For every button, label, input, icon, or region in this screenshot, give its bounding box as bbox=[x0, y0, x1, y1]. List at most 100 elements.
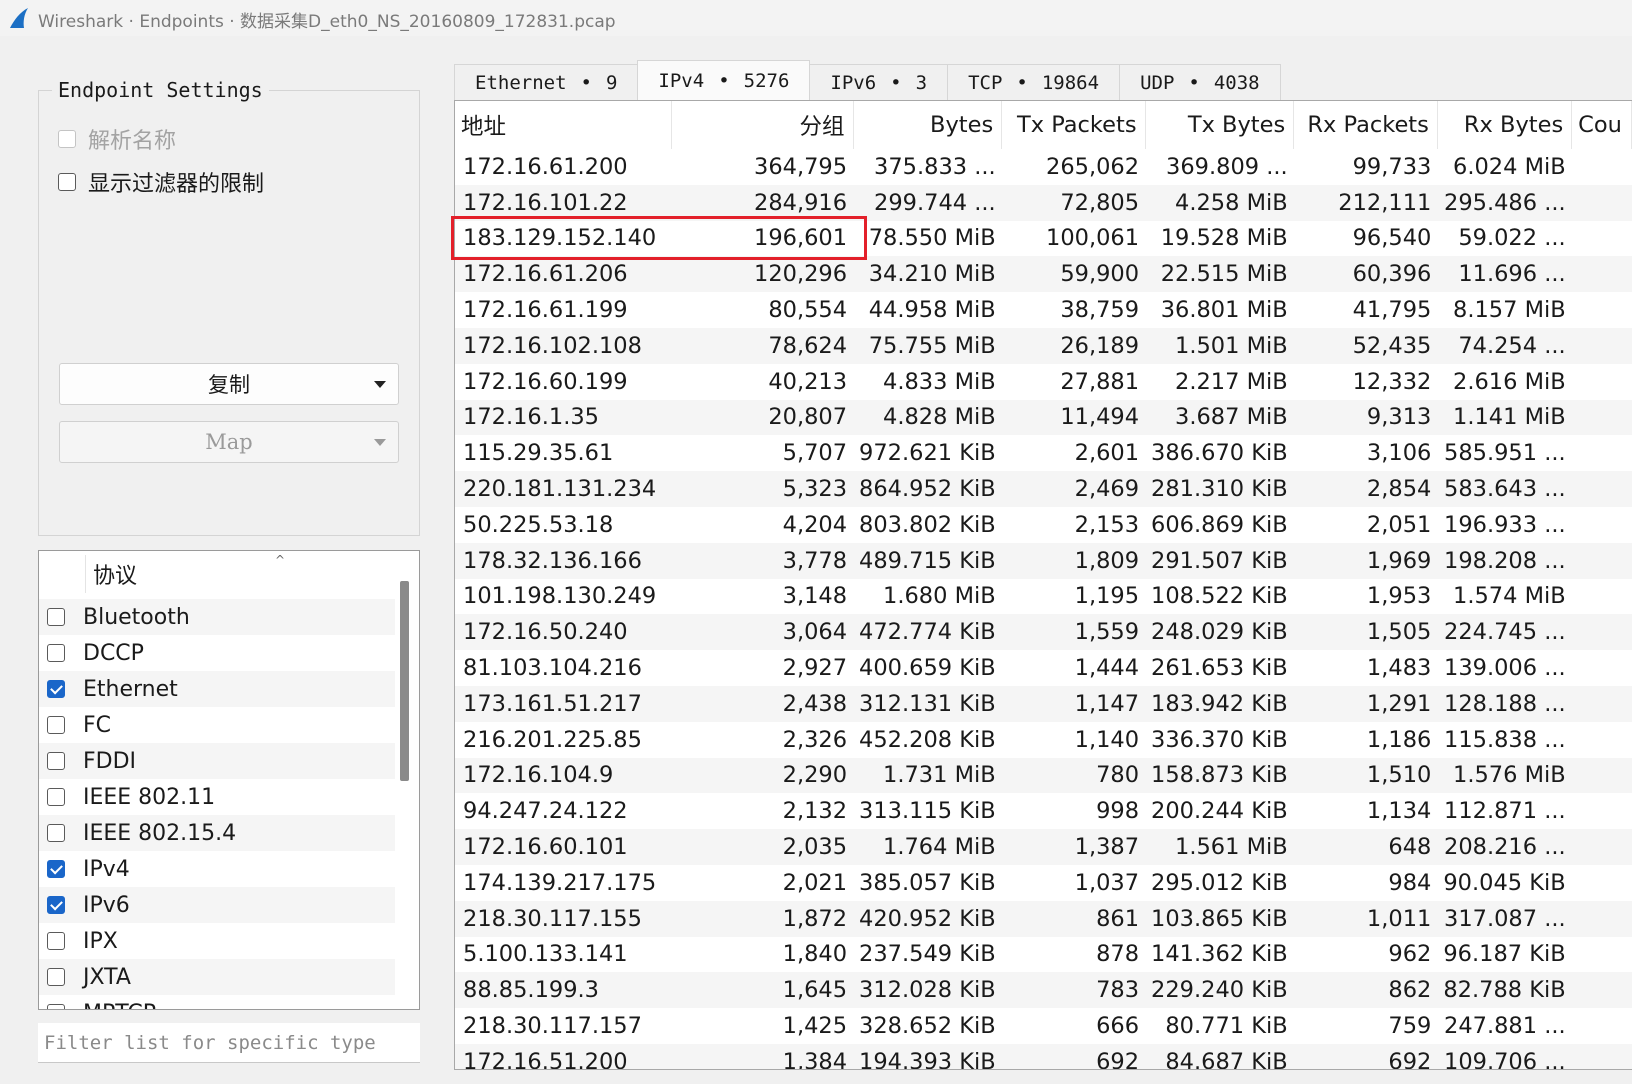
protocol-item[interactable]: IPv6 bbox=[39, 887, 395, 923]
protocol-item[interactable]: IPv4 bbox=[39, 851, 395, 887]
checkbox-box[interactable] bbox=[47, 680, 65, 698]
column-header[interactable]: 分组 bbox=[671, 101, 854, 149]
protocol-header-label: 协议 bbox=[93, 564, 138, 589]
table-row[interactable]: 178.32.136.166 3,778 489.715 KiB 1,809 291.5… bbox=[455, 542, 1632, 579]
column-header[interactable]: Rx Packets bbox=[1293, 101, 1438, 149]
protocol-item[interactable]: MPTCP bbox=[39, 995, 395, 1009]
table-row[interactable]: 172.16.60.101 2,035 1.764 MiB 1,387 1.561 Mi… bbox=[455, 829, 1632, 865]
table-row[interactable]: 172.16.1.35 20,807 4.828 MiB 11,494 3.687 Mi… bbox=[455, 399, 1632, 436]
table-cell: 336.370 KiB bbox=[1151, 726, 1288, 753]
checkbox-box[interactable] bbox=[47, 752, 65, 770]
table-cell: 312.131 KiB bbox=[859, 690, 996, 717]
checkbox-box[interactable] bbox=[47, 1004, 65, 1009]
tab-ipv6[interactable]: IPv6 • 3 bbox=[809, 64, 949, 100]
tab-udp[interactable]: UDP • 4038 bbox=[1119, 64, 1281, 100]
protocol-item[interactable]: Bluetooth bbox=[39, 599, 395, 635]
tab-tcp[interactable]: TCP • 19864 bbox=[947, 64, 1121, 100]
table-row[interactable]: 172.16.50.240 3,064 472.774 KiB 1,559 248.02… bbox=[455, 614, 1632, 651]
tab-label: TCP bbox=[968, 71, 1003, 94]
table-cell: 1,444 bbox=[1074, 655, 1140, 682]
table-row[interactable]: 172.16.104.9 2,290 1.731 MiB 780 158.873 KiB… bbox=[455, 757, 1632, 794]
table-row[interactable]: 174.139.217.175 2,021 385.057 KiB 1,037 295.… bbox=[455, 865, 1632, 901]
table-cell: 2.616 MiB bbox=[1453, 368, 1566, 395]
table-cell: 5,323 bbox=[782, 476, 848, 503]
table-cell: 295.486 ... bbox=[1444, 189, 1566, 216]
table-cell: 2.217 MiB bbox=[1175, 368, 1288, 395]
tab-label: Ethernet bbox=[475, 71, 567, 94]
table-cell: 313.115 KiB bbox=[859, 798, 996, 825]
table-row[interactable]: 172.16.101.22 284,916 299.744 ... 72,805 4.2… bbox=[455, 184, 1632, 221]
table-row[interactable]: 172.16.51.200 1,384 194.393 KiB 692 84.687 K… bbox=[455, 1043, 1632, 1069]
table-cell: 984 bbox=[1388, 869, 1432, 896]
column-header[interactable]: Rx Bytes bbox=[1437, 101, 1573, 149]
table-row[interactable]: 216.201.225.85 2,326 452.208 KiB 1,140 336.3… bbox=[455, 722, 1632, 758]
table-body: 172.16.61.200 364,795 375.833 ... 265,062 36… bbox=[455, 149, 1632, 1069]
checkbox-box[interactable] bbox=[47, 608, 65, 626]
table-cell bbox=[1572, 972, 1632, 1008]
copy-button[interactable]: 复制 bbox=[59, 363, 399, 405]
checkbox-box[interactable] bbox=[47, 644, 65, 662]
column-header[interactable]: Cou bbox=[1571, 101, 1632, 149]
table-row[interactable]: 88.85.199.3 1,645 312.028 KiB 783 229.240 Ki… bbox=[455, 972, 1632, 1009]
protocol-item[interactable]: FDDI bbox=[39, 743, 395, 779]
table-cell: 196,601 bbox=[754, 225, 848, 252]
protocol-list[interactable]: 协议 ^ Bluetooth DCCP Ethernet FC FDDI IEEE 802… bbox=[38, 550, 420, 1010]
column-header[interactable]: Tx Packets bbox=[1001, 101, 1146, 149]
table-cell: 72,805 bbox=[1060, 189, 1140, 216]
table-cell bbox=[1572, 471, 1632, 507]
protocol-column-header[interactable]: 协议 ^ bbox=[85, 551, 385, 597]
checkbox-box[interactable] bbox=[47, 788, 65, 806]
table-row[interactable]: 94.247.24.122 2,132 313.115 KiB 998 200.244 … bbox=[455, 793, 1632, 829]
table-row[interactable]: 172.16.61.206 120,296 34.210 MiB 59,900 22.5… bbox=[455, 256, 1632, 293]
table-cell: 3,106 bbox=[1366, 440, 1432, 467]
checkbox-box[interactable] bbox=[47, 860, 65, 878]
table-cell: 364,795 bbox=[754, 153, 848, 180]
column-header[interactable]: Tx Bytes bbox=[1145, 101, 1295, 149]
table-cell bbox=[1572, 579, 1632, 615]
table-cell bbox=[1572, 543, 1632, 579]
table-row[interactable]: 50.225.53.18 4,204 803.802 KiB 2,153 606.869… bbox=[455, 507, 1632, 543]
tab-ipv4[interactable]: IPv4 • 5276 bbox=[637, 60, 811, 100]
table-row[interactable]: 173.161.51.217 2,438 312.131 KiB 1,147 183.9… bbox=[455, 685, 1632, 722]
endpoints-table[interactable]: 地址⌄ 分组 Bytes Tx Packets Tx Bytes Rx Packets Rx… bbox=[454, 100, 1632, 1070]
scrollbar-thumb[interactable] bbox=[400, 581, 409, 781]
checkbox-box[interactable] bbox=[47, 716, 65, 734]
protocol-item[interactable]: IEEE 802.11 bbox=[39, 779, 395, 815]
table-row[interactable]: 81.103.104.216 2,927 400.659 KiB 1,444 261.6… bbox=[455, 650, 1632, 686]
table-row[interactable]: 172.16.60.199 40,213 4.833 MiB 27,881 2.217 … bbox=[455, 364, 1632, 400]
table-cell bbox=[1572, 507, 1632, 543]
title-bar: Wireshark · Endpoints · 数据采集D_eth0_NS_20… bbox=[0, 0, 1632, 36]
limit-to-display-filter-checkbox[interactable]: 显示过滤器的限制 bbox=[58, 166, 264, 198]
table-row[interactable]: 218.30.117.157 1,425 328.652 KiB 666 80.771 … bbox=[455, 1008, 1632, 1044]
table-row[interactable]: 5.100.133.141 1,840 237.549 KiB 878 141.362 … bbox=[455, 937, 1632, 973]
table-row[interactable]: 172.16.61.199 80,554 44.958 MiB 38,759 36.80… bbox=[455, 292, 1632, 328]
checkbox-box[interactable] bbox=[47, 896, 65, 914]
column-header[interactable]: 地址⌄ bbox=[455, 101, 672, 149]
table-row[interactable]: 172.16.61.200 364,795 375.833 ... 265,062 36… bbox=[455, 149, 1632, 185]
protocol-item[interactable]: DCCP bbox=[39, 635, 395, 671]
checkbox-box[interactable] bbox=[47, 932, 65, 950]
table-row[interactable]: 218.30.117.155 1,872 420.952 KiB 861 103.865… bbox=[455, 900, 1632, 937]
checkbox-box[interactable] bbox=[47, 968, 65, 986]
table-row[interactable]: 101.198.130.249 3,148 1.680 MiB 1,195 108.52… bbox=[455, 579, 1632, 615]
column-header[interactable]: Bytes bbox=[853, 101, 1003, 149]
protocol-item[interactable]: IPX bbox=[39, 923, 395, 959]
tab-ethernet[interactable]: Ethernet • 9 bbox=[454, 64, 639, 100]
protocol-item[interactable]: FC bbox=[39, 707, 395, 743]
protocol-item[interactable]: JXTA bbox=[39, 959, 395, 995]
table-row[interactable]: 183.129.152.140 196,601 78.550 MiB 100,061 1… bbox=[455, 221, 1632, 257]
table-row[interactable]: 115.29.35.61 5,707 972.621 KiB 2,601 386.670… bbox=[455, 435, 1632, 471]
protocol-item-label: FDDI bbox=[83, 748, 137, 774]
table-row[interactable]: 220.181.131.234 5,323 864.952 KiB 2,469 281.… bbox=[455, 471, 1632, 507]
checkbox-box[interactable] bbox=[58, 173, 76, 191]
table-cell: 112.871 ... bbox=[1444, 798, 1566, 825]
protocol-item[interactable]: IEEE 802.15.4 bbox=[39, 815, 395, 851]
table-cell: 1.680 MiB bbox=[883, 583, 996, 610]
checkbox-box[interactable] bbox=[47, 824, 65, 842]
table-cell: 583.643 ... bbox=[1444, 476, 1566, 503]
table-cell: 229.240 KiB bbox=[1151, 977, 1288, 1004]
protocol-item[interactable]: Ethernet bbox=[39, 671, 395, 707]
table-row[interactable]: 172.16.102.108 78,624 75.755 MiB 26,189 1.50… bbox=[455, 327, 1632, 364]
protocol-filter-input[interactable]: Filter list for specific type bbox=[38, 1023, 420, 1063]
table-cell: 2,927 bbox=[782, 655, 848, 682]
